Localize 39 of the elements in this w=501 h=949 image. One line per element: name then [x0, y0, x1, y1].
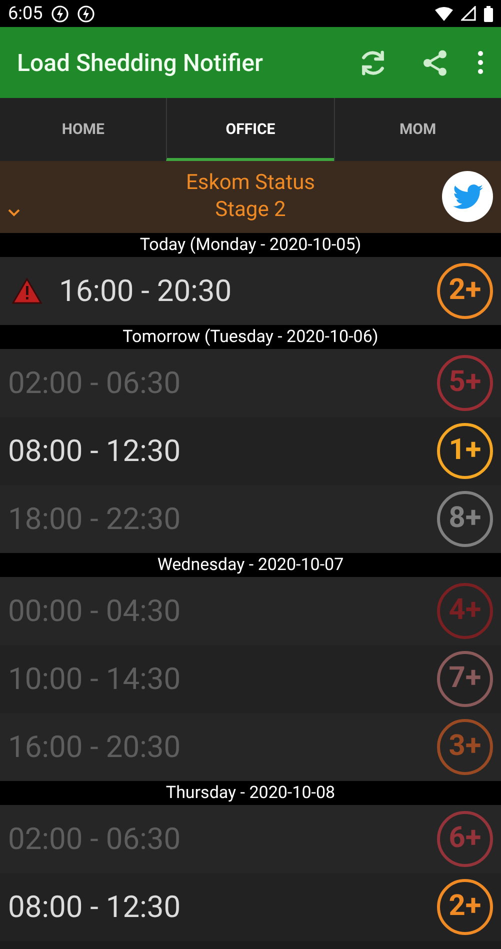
bird-icon — [452, 184, 482, 210]
time-range: 02:00 - 06:30 — [8, 820, 182, 858]
signal-icon — [461, 6, 476, 21]
time-range: 08:00 - 12:30 — [8, 888, 182, 926]
stage-badge: 2+ — [437, 879, 493, 935]
twitter-button[interactable] — [442, 171, 493, 222]
battery-icon — [484, 6, 493, 22]
stage-badge: 5+ — [437, 355, 493, 411]
flash-icon — [76, 4, 95, 22]
flash-icon — [50, 4, 69, 22]
time-range: 16:00 - 20:30 — [59, 272, 233, 310]
stage-label: Stage 2 — [215, 197, 286, 224]
stage-badge: 6+ — [437, 811, 493, 867]
day-heading: Wednesday - 2020-10-07 — [0, 553, 501, 577]
wifi-icon — [435, 6, 453, 20]
time-slot-row[interactable]: 08:00 - 12:30 2+ — [0, 873, 501, 941]
time-slot-row[interactable]: 08:00 - 12:30 1+ — [0, 417, 501, 485]
stage-badge: 2+ — [437, 263, 493, 319]
clock-time: 6:05 — [8, 2, 43, 26]
tab[interactable]: HOME — [0, 98, 166, 161]
app-title: Load Shedding Notifier — [17, 48, 264, 78]
stage-badge: 1+ — [437, 423, 493, 479]
day-heading: Thursday - 2020-10-08 — [0, 781, 501, 805]
time-range: 10:00 - 14:30 — [8, 660, 182, 698]
stage-badge: 7+ — [437, 651, 493, 707]
time-range: 08:00 - 12:30 — [8, 432, 182, 470]
time-range: 02:00 - 06:30 — [8, 364, 182, 402]
stage-badge: 8+ — [437, 491, 493, 547]
expand-chevron-icon[interactable] — [8, 209, 20, 217]
time-slot-row[interactable]: 18:00 - 22:30 8+ — [0, 485, 501, 553]
day-heading: Tomorrow (Tuesday - 2020-10-06) — [0, 325, 501, 349]
time-range: 18:00 - 22:30 — [8, 500, 182, 538]
banner-title: Eskom Status — [186, 170, 316, 197]
stage-badge: 3+ — [437, 719, 493, 775]
time-range: 16:00 - 20:30 — [8, 728, 182, 766]
time-range: 00:00 - 04:30 — [8, 592, 182, 630]
day-heading: Today (Monday - 2020-10-05) — [0, 233, 501, 257]
time-slot-row[interactable]: 16:00 - 20:30 2+ — [0, 257, 501, 325]
stage-badge: 4+ — [437, 583, 493, 639]
